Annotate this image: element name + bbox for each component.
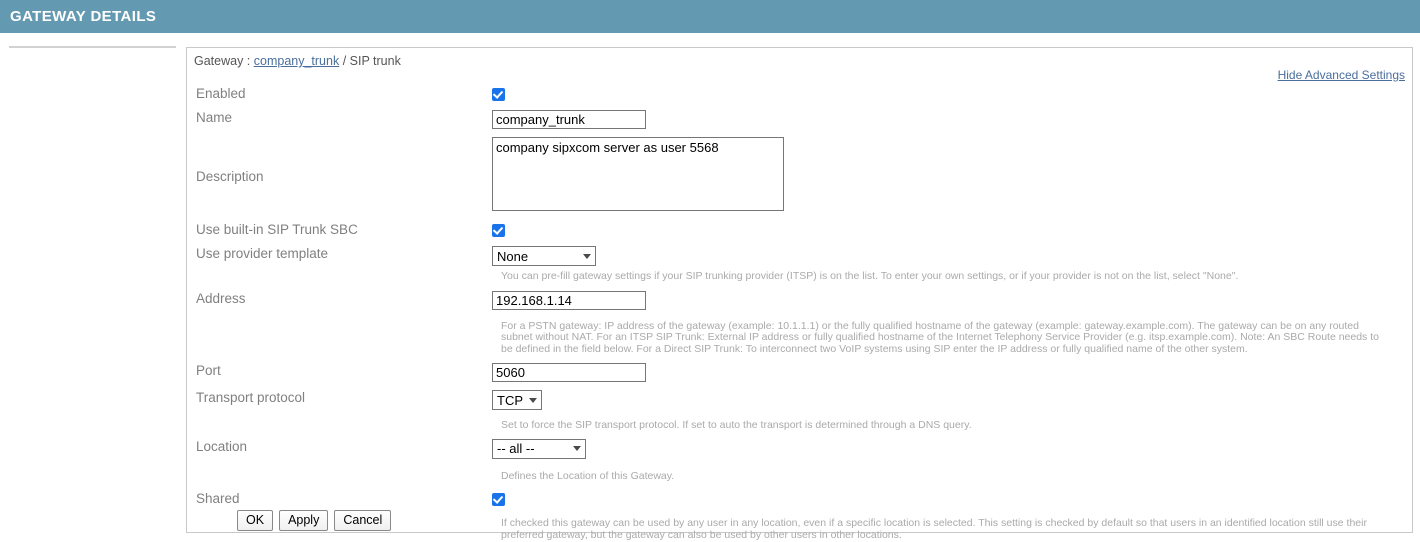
provider-template-select[interactable]: None (492, 246, 596, 266)
ok-button[interactable]: OK (237, 510, 274, 531)
label-address: Address (196, 290, 246, 306)
sidebar-divider (9, 46, 176, 48)
row-sbc: Use built-in SIP Trunk SBC (187, 217, 1412, 246)
label-name: Name (196, 110, 233, 125)
label-sbc: Use built-in SIP Trunk SBC (196, 222, 358, 237)
chevron-down-icon (573, 446, 581, 451)
row-transport-protocol: Transport protocol TCP (187, 390, 1412, 415)
apply-button[interactable]: Apply (279, 510, 329, 531)
breadcrumb-gateway-link[interactable]: company_trunk (254, 54, 339, 68)
label-provider-template: Use provider template (196, 246, 329, 261)
sbc-checkbox[interactable] (492, 224, 505, 238)
transport-protocol-value: TCP (497, 392, 523, 408)
transport-protocol-select[interactable]: TCP (492, 390, 542, 410)
label-location: Location (196, 438, 248, 454)
row-location: Location -- all -- (187, 432, 1412, 466)
help-address: For a PSTN gateway: IP address of the ga… (501, 319, 1379, 355)
left-sidebar (0, 33, 180, 542)
label-transport-protocol: Transport protocol (196, 390, 306, 405)
label-shared: Shared (196, 491, 240, 506)
chevron-down-icon (583, 253, 591, 259)
row-name: Name (187, 110, 1412, 137)
address-input[interactable] (492, 290, 646, 310)
row-enabled: Enabled (187, 86, 1412, 110)
provider-template-value: None (497, 248, 529, 264)
breadcrumb-suffix: / SIP trunk (339, 54, 401, 68)
form-actions: OK Apply Cancel (237, 510, 392, 531)
breadcrumb: Gateway : company_trunk / SIP trunk (194, 54, 401, 68)
label-enabled: Enabled (196, 86, 246, 101)
help-provider-template: You can pre-fill gateway settings if you… (501, 270, 1239, 282)
description-textarea[interactable]: company sipxcom server as user 5568 (492, 137, 784, 211)
name-input[interactable] (492, 110, 646, 129)
page-header-banner: GATEWAY DETAILS (0, 0, 1420, 33)
help-location: Defines the Location of this Gateway. (501, 469, 675, 482)
row-address: Address (187, 283, 1412, 318)
row-provider-template: Use provider template None (187, 246, 1412, 271)
label-description: Description (196, 169, 264, 184)
hide-advanced-settings-link[interactable]: Hide Advanced Settings (1278, 68, 1405, 82)
breadcrumb-prefix: Gateway : (194, 54, 254, 68)
page-title: GATEWAY DETAILS (10, 8, 157, 25)
row-port: Port (187, 355, 1412, 390)
cancel-button[interactable]: Cancel (334, 510, 392, 531)
location-value: -- all -- (497, 441, 535, 456)
row-description: Description company sipxcom server as us… (187, 137, 1412, 217)
shared-checkbox[interactable] (492, 493, 505, 507)
location-select[interactable]: -- all -- (492, 438, 586, 459)
chevron-down-icon (529, 397, 537, 403)
label-port: Port (196, 363, 221, 378)
enabled-checkbox[interactable] (492, 88, 505, 102)
gateway-details-panel: Gateway : company_trunk / SIP trunk Hide… (186, 47, 1413, 540)
gateway-form: Enabled Name Description company sipxcom… (187, 86, 1412, 541)
help-transport-protocol: Set to force the SIP transport protocol.… (501, 419, 972, 431)
port-input[interactable] (492, 363, 646, 382)
